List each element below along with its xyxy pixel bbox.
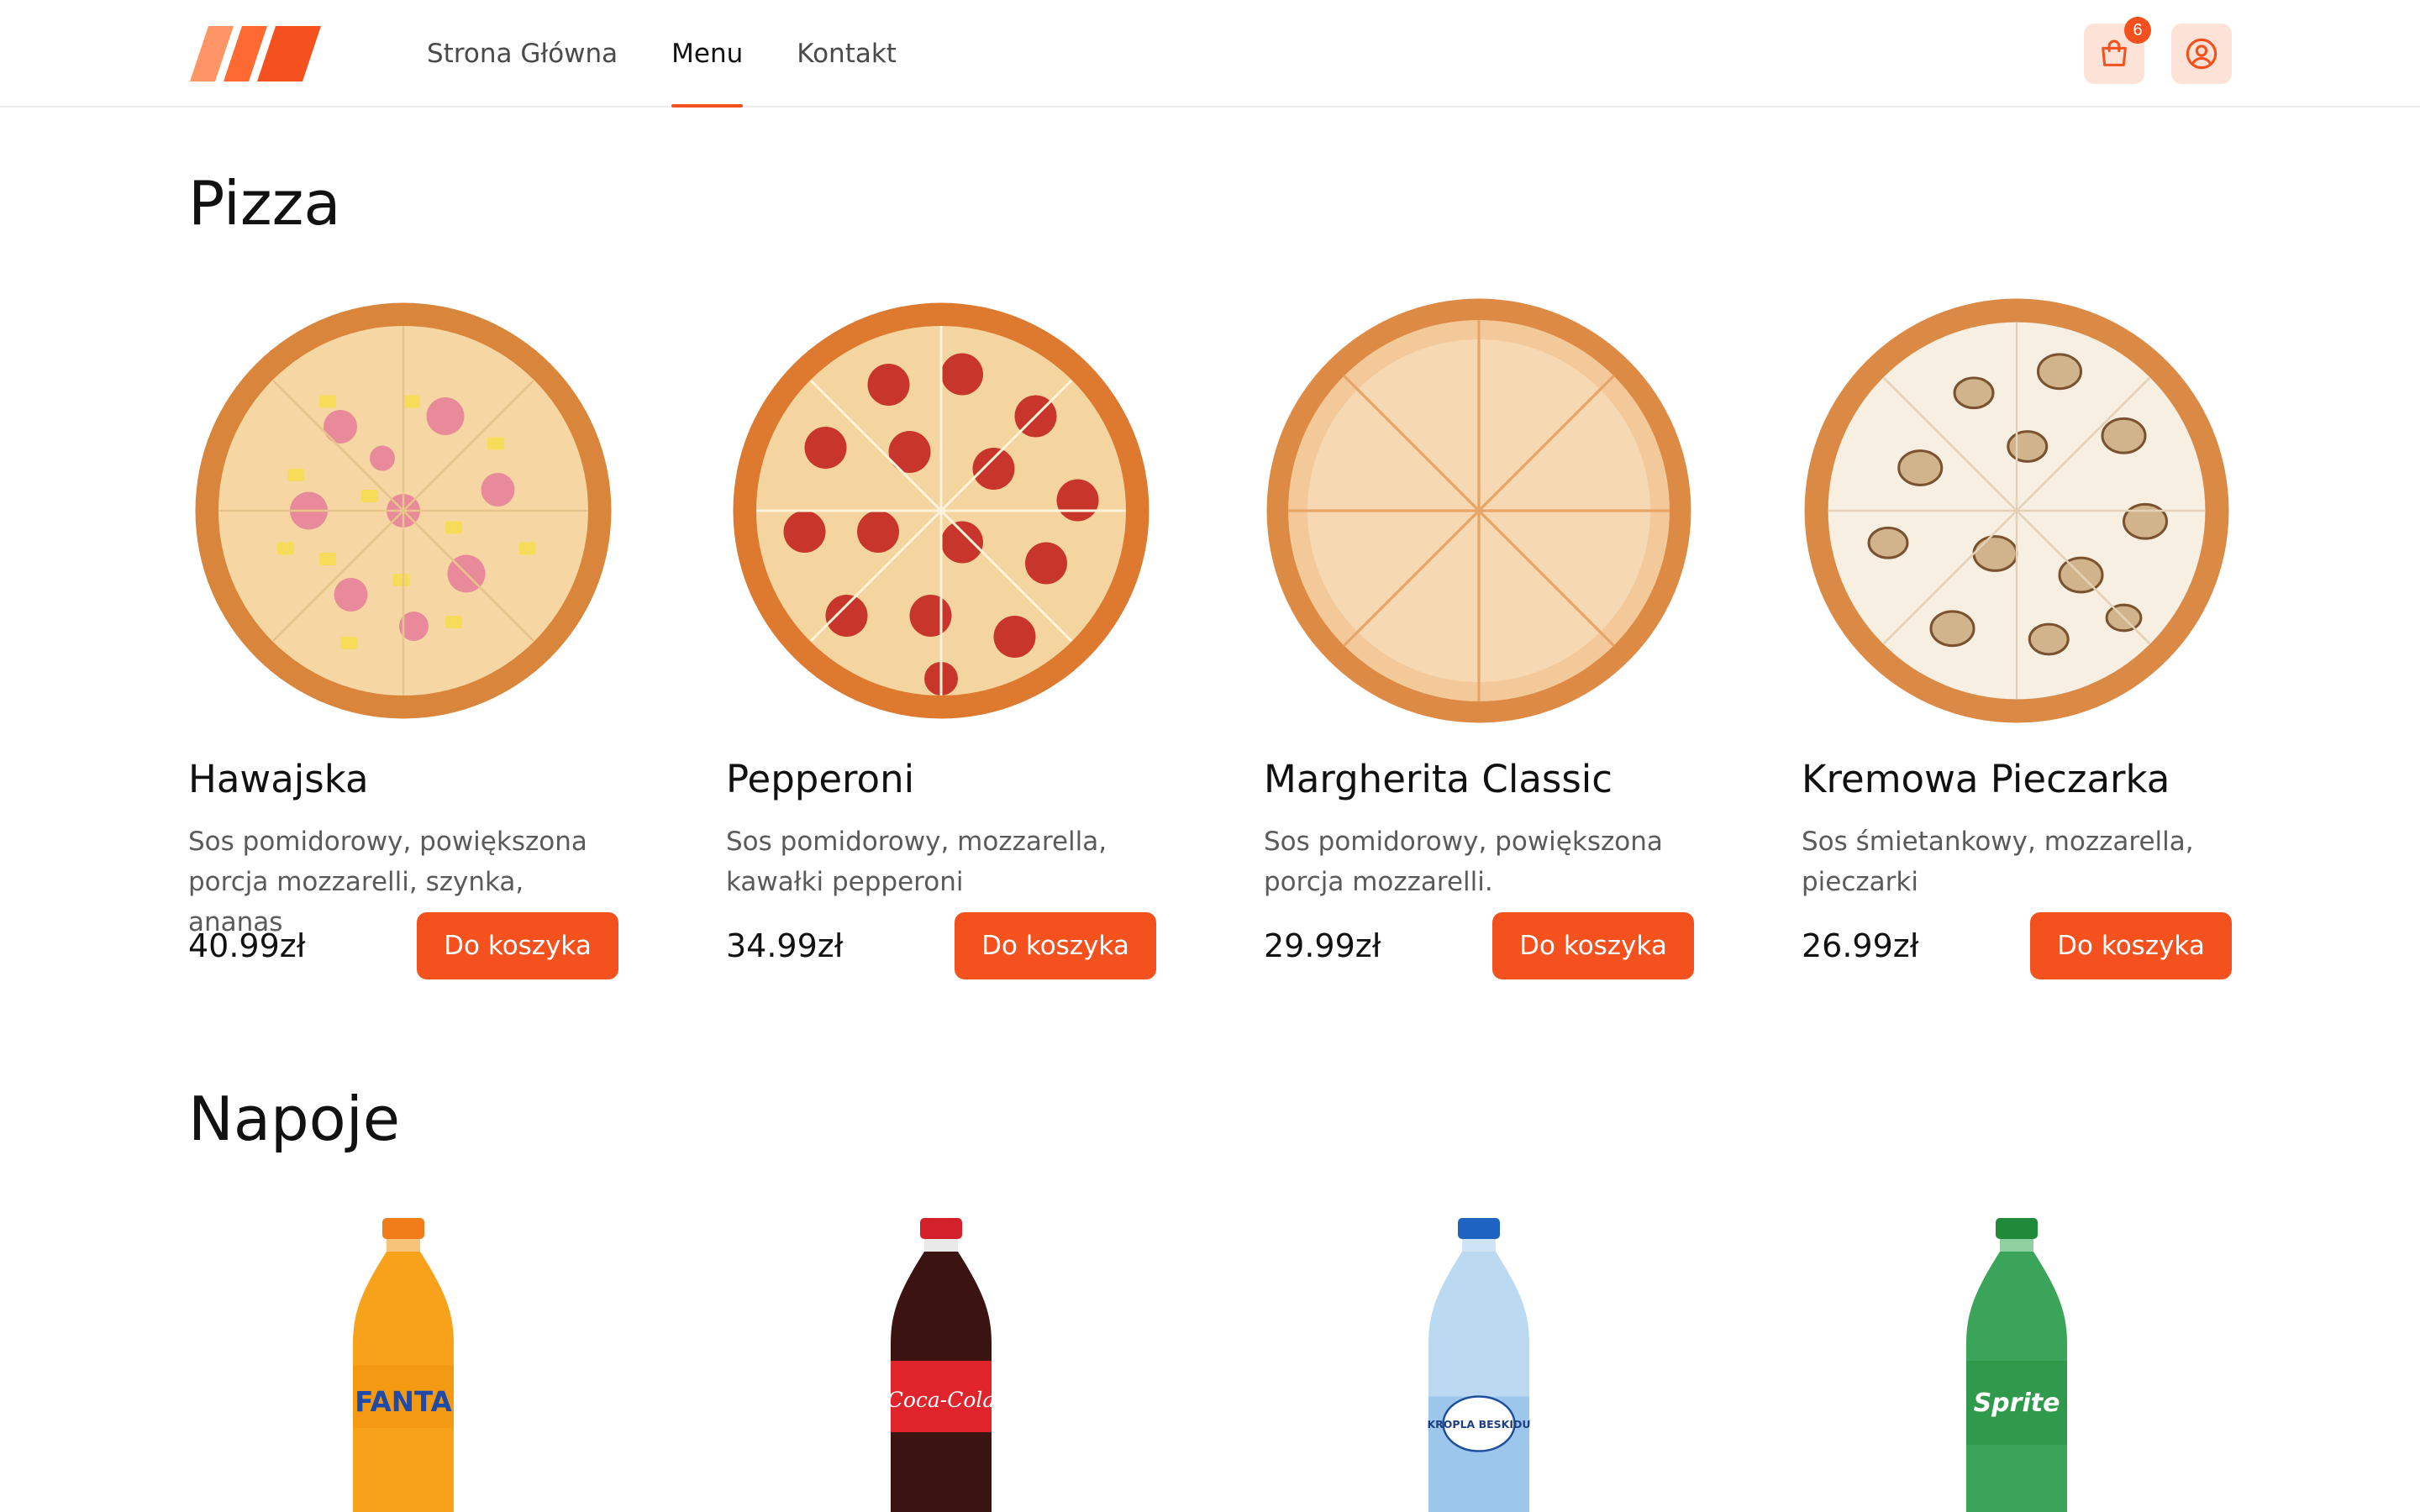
add-to-cart-button[interactable]: Do koszyka <box>2030 912 2232 979</box>
product-description: Sos śmietankowy, mozzarella, pieczarki <box>1802 827 2194 897</box>
product-card: Sprite <box>1802 1218 2232 1512</box>
product-footer: 26.99zł Do koszyka <box>1802 912 2232 979</box>
product-description: Sos pomidorowy, powiększona porcja mozza… <box>188 827 587 937</box>
user-icon <box>2186 38 2217 70</box>
product-price: 26.99zł <box>1802 927 1919 964</box>
product-price: 34.99zł <box>726 927 844 964</box>
top-navbar: Strona Główna Menu Kontakt 6 <box>0 0 2420 108</box>
cart-count-badge: 6 <box>2124 17 2151 44</box>
product-description: Sos pomidorowy, mozzarella, kawałki pepp… <box>726 827 1107 897</box>
drinks-grid: FANTA Coca-Cola KROPLA BESKIDU Sprite <box>188 1218 2232 1512</box>
profile-button[interactable] <box>2171 24 2232 84</box>
drink-image[interactable]: FANTA <box>188 1218 618 1512</box>
product-name: Margherita Classic <box>1264 757 1613 801</box>
product-card: Coca-Cola <box>726 1218 1156 1512</box>
nav-contact[interactable]: Kontakt <box>797 0 897 108</box>
add-to-cart-button[interactable]: Do koszyka <box>1492 912 1694 979</box>
nav-home[interactable]: Strona Główna <box>427 0 618 108</box>
drink-image[interactable]: Sprite <box>1802 1218 2232 1512</box>
drink-label: FANTA <box>355 1386 452 1418</box>
add-to-cart-button[interactable]: Do koszyka <box>955 912 1156 979</box>
main-nav: Strona Główna Menu Kontakt <box>427 0 950 108</box>
product-card: Hawajska Sos pomidorowy, powiększona por… <box>188 296 618 979</box>
pizza-grid: Hawajska Sos pomidorowy, powiększona por… <box>188 296 2232 979</box>
product-name: Hawajska <box>188 757 369 801</box>
product-card: FANTA <box>188 1218 618 1512</box>
shopping-bag-icon <box>2102 39 2127 66</box>
pizza-image[interactable] <box>1802 296 2232 726</box>
add-to-cart-button[interactable]: Do koszyka <box>417 912 618 979</box>
product-footer: 29.99zł Do koszyka <box>1264 912 1694 979</box>
section-title-pizza: Pizza <box>188 168 341 239</box>
nav-menu[interactable]: Menu <box>671 0 744 108</box>
logo[interactable] <box>190 26 321 81</box>
drink-label: Sprite <box>1974 1389 2060 1418</box>
pizza-image[interactable] <box>726 296 1156 726</box>
product-price: 29.99zł <box>1264 927 1381 964</box>
cart-button[interactable]: 6 <box>2084 17 2151 84</box>
product-description: Sos pomidorowy, powiększona porcja mozza… <box>1264 827 1663 897</box>
section-title-drinks: Napoje <box>188 1084 401 1154</box>
product-price: 40.99zł <box>188 927 306 964</box>
drink-image[interactable]: Coca-Cola <box>726 1218 1156 1512</box>
product-card: Margherita Classic Sos pomidorowy, powię… <box>1264 296 1694 979</box>
product-footer: 34.99zł Do koszyka <box>726 912 1156 979</box>
drink-label: Coca-Cola <box>887 1388 996 1412</box>
drink-image[interactable]: KROPLA BESKIDU <box>1264 1218 1694 1512</box>
product-name: Pepperoni <box>726 757 915 801</box>
product-name: Kremowa Pieczarka <box>1802 757 2170 801</box>
product-card: Kremowa Pieczarka Sos śmietankowy, mozza… <box>1802 296 2232 979</box>
pizza-image[interactable] <box>188 296 618 726</box>
drink-label: KROPLA BESKIDU <box>1427 1418 1530 1431</box>
product-card: KROPLA BESKIDU <box>1264 1218 1694 1512</box>
pizza-image[interactable] <box>1264 296 1694 726</box>
product-card: Pepperoni Sos pomidorowy, mozzarella, ka… <box>726 296 1156 979</box>
